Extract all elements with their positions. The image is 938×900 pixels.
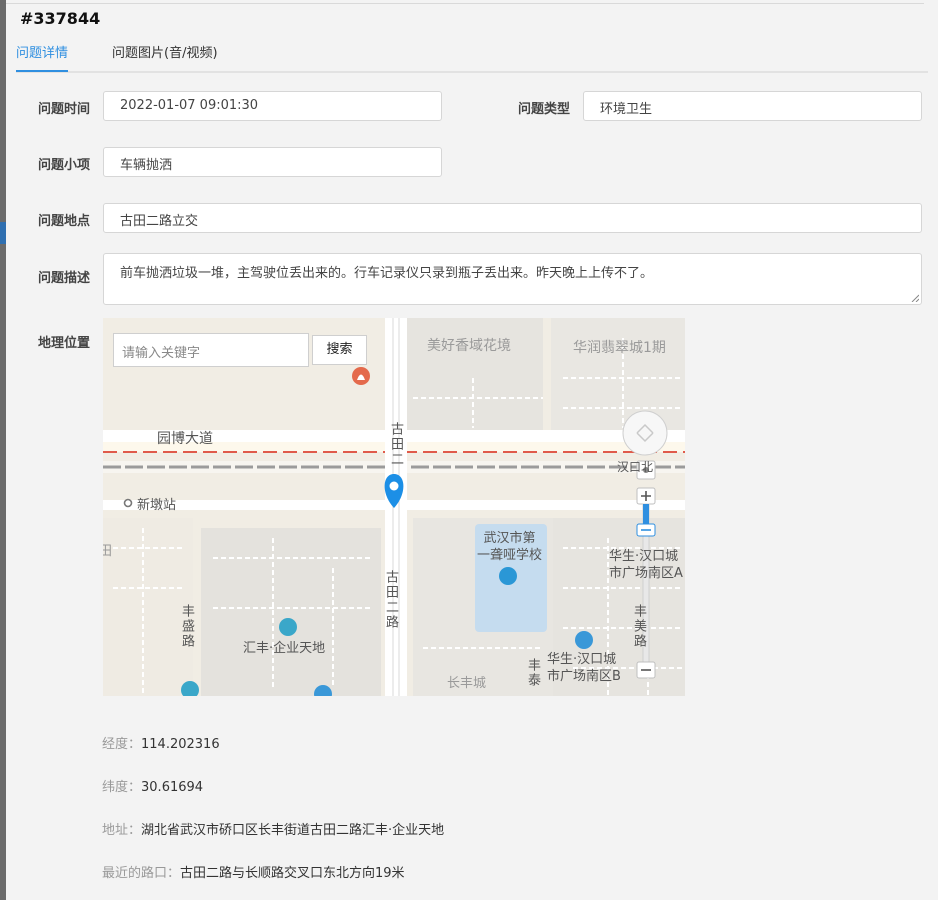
location-field[interactable]: 古田二路立交 — [103, 203, 922, 233]
detail-panel: #337844 问题详情 问题图片(音/视频) 问题时间 2022-01-07 … — [6, 4, 928, 900]
map-label-hankou: 汉口北 — [617, 460, 654, 474]
info-address: 地址：湖北省武汉市硚口区长丰街道古田二路汇丰·企业天地 — [102, 823, 445, 838]
map-label-yuanbo: 园博大道 — [157, 431, 213, 447]
map-label-changfeng: 长丰城 — [447, 676, 487, 691]
label-type: 问题类型 — [517, 102, 570, 117]
map-label-fengtai: 丰泰 — [525, 658, 540, 688]
map-search-button[interactable]: 搜索 — [312, 335, 367, 365]
map-label-meihao: 美好香域花境 — [427, 338, 511, 354]
subitem-field[interactable]: 车辆抛洒 — [103, 147, 442, 177]
time-field[interactable]: 2022-01-07 09:01:30 — [103, 91, 442, 121]
map-label-fengsheng: 丰盛路 — [179, 604, 194, 649]
label-location: 问题地点 — [37, 214, 90, 229]
map-search-input[interactable]: 请输入关键字 — [113, 333, 309, 367]
map-label-gutian-top: 古田二 — [388, 422, 403, 467]
map-label-huasheng-a: 华生·汉口城 市广场南区A — [609, 549, 683, 581]
map-label-fengmei: 丰美路 — [631, 604, 646, 649]
map-label-huasheng-b: 华生·汉口城 市广场南区B — [547, 652, 621, 684]
map-label-tian: 田 — [103, 544, 113, 559]
map-label-school: 武汉市第 一聋哑学校 — [477, 531, 543, 563]
type-field[interactable]: 环境卫生 — [583, 91, 922, 121]
map-label-huifeng: 汇丰·企业天地 — [243, 641, 326, 656]
map-view[interactable]: 请输入关键字 搜索 美好香域花境 华润翡翠城1期 园博大道 新墩站 古田二 古田… — [103, 318, 685, 696]
info-nearest-crossing: 最近的路口：古田二路与长顺路交叉口东北方向19米 — [102, 866, 405, 881]
active-tab-indicator — [16, 70, 68, 72]
label-geo: 地理位置 — [37, 336, 90, 351]
map-label-gutian-mid: 古田二路 — [383, 570, 398, 630]
label-time: 问题时间 — [37, 102, 90, 117]
label-description: 问题描述 — [37, 271, 90, 286]
resize-grip-icon[interactable] — [911, 294, 919, 302]
info-latitude: 纬度：30.61694 — [102, 780, 204, 795]
tab-bar: 问题详情 问题图片(音/视频) — [16, 36, 928, 73]
description-textarea[interactable]: 前车抛洒垃圾一堆，主驾驶位丢出来的。行车记录仪只录到瓶子丢出来。昨天晚上上传不了… — [103, 253, 922, 305]
map-label-huarun: 华润翡翠城1期 — [573, 340, 666, 356]
page-title: #337844 — [20, 9, 101, 28]
tab-media[interactable]: 问题图片(音/视频) — [112, 42, 218, 61]
label-subitem: 问题小项 — [37, 158, 90, 173]
tab-details[interactable]: 问题详情 — [16, 42, 68, 61]
map-label-xindun: 新墩站 — [137, 498, 177, 513]
info-longitude: 经度：114.202316 — [102, 737, 220, 752]
description-text: 前车抛洒垃圾一堆，主驾驶位丢出来的。行车记录仪只录到瓶子丢出来。昨天晚上上传不了… — [120, 266, 654, 281]
